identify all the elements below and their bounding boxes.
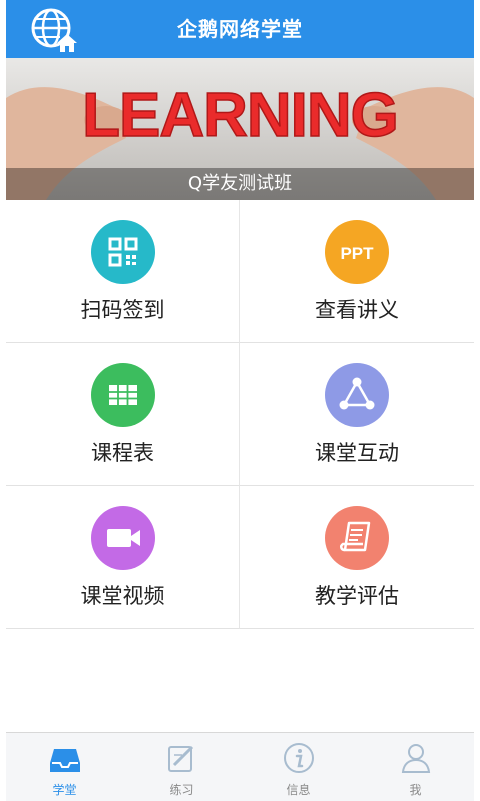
info-icon	[282, 741, 316, 775]
tab-messages[interactable]: 信息	[240, 733, 357, 801]
view-handouts-label: 查看讲义	[315, 298, 399, 322]
tab-practice[interactable]: 练习	[123, 733, 240, 801]
pencil-edit-icon	[165, 741, 199, 775]
schedule-label: 课程表	[91, 441, 154, 465]
table-icon	[91, 363, 155, 427]
feature-grid: 扫码签到 PPT 查看讲义 课程表 课堂互动 课堂视频 教学评估	[6, 200, 474, 630]
schedule-button[interactable]: 课程表	[6, 343, 240, 486]
tab-classroom[interactable]: 学堂	[6, 733, 123, 801]
scan-checkin-label: 扫码签到	[80, 298, 165, 322]
ppt-icon: PPT	[325, 220, 389, 284]
tab-messages-label: 信息	[286, 783, 311, 797]
teaching-evaluation-label: 教学评估	[315, 584, 399, 608]
network-triangle-icon	[325, 363, 389, 427]
class-video-label: 课堂视频	[80, 584, 165, 608]
scroll-document-icon	[325, 506, 389, 570]
tab-classroom-label: 学堂	[52, 783, 77, 797]
tab-practice-label: 练习	[169, 783, 194, 797]
view-handouts-button[interactable]: PPT 查看讲义	[240, 200, 474, 343]
class-interaction-label: 课堂互动	[315, 441, 399, 465]
class-banner[interactable]: LEARNING Q学友测试班	[6, 58, 474, 200]
qr-code-icon	[91, 220, 155, 284]
video-camera-icon	[91, 506, 155, 570]
class-video-button[interactable]: 课堂视频	[6, 486, 240, 629]
app-header: 企鹅网络学堂	[6, 0, 474, 58]
ppt-text: PPT	[340, 244, 374, 263]
class-interaction-button[interactable]: 课堂互动	[240, 343, 474, 486]
bottom-tab-bar: 学堂 练习 信息 我	[6, 732, 474, 801]
scan-checkin-button[interactable]: 扫码签到	[6, 200, 240, 343]
teaching-evaluation-button[interactable]: 教学评估	[240, 486, 474, 629]
tab-me[interactable]: 我	[357, 733, 474, 801]
banner-caption: Q学友测试班	[6, 168, 474, 200]
inbox-tray-icon	[48, 741, 82, 775]
tab-me-label: 我	[409, 783, 422, 797]
app-title: 企鹅网络学堂	[177, 17, 303, 41]
user-icon	[399, 741, 433, 775]
banner-art-text: LEARNING	[82, 81, 398, 150]
